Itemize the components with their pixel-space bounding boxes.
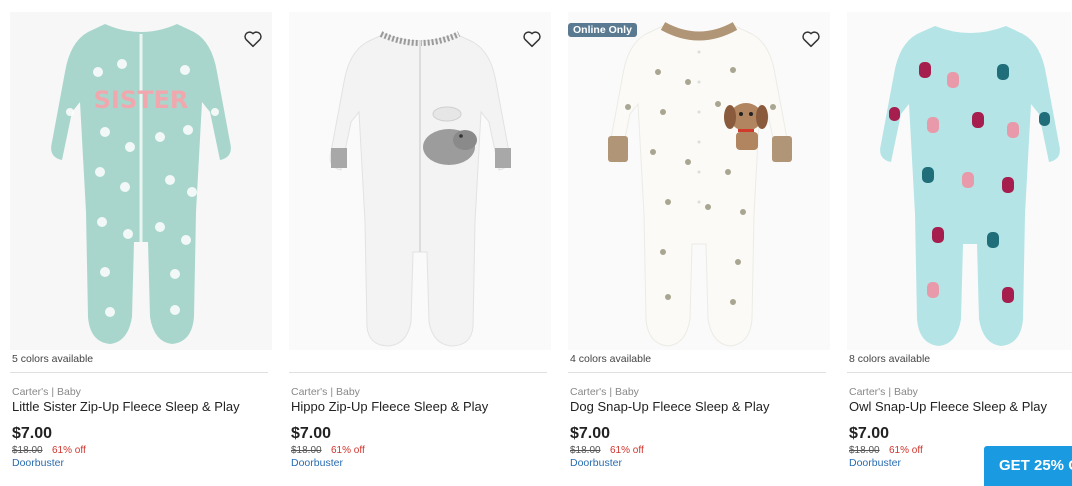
divider [10, 372, 268, 373]
original-price: $18.00 [291, 445, 322, 456]
sister-print-text: SISTER [94, 86, 189, 114]
sleeper-illustration [880, 26, 1060, 346]
favorite-heart-icon[interactable] [521, 28, 543, 50]
product-title[interactable]: Hippo Zip-Up Fleece Sleep & Play [291, 399, 541, 414]
brand-label: Carter's | Baby [570, 386, 639, 398]
sale-price: $7.00 [570, 425, 611, 442]
doorbuster-tag: Doorbuster [291, 457, 343, 469]
sleeper-illustration [329, 31, 511, 347]
product-title[interactable]: Little Sister Zip-Up Fleece Sleep & Play [12, 399, 262, 414]
product-image[interactable]: Online Only [568, 12, 830, 350]
discount-percent: 61% off [610, 445, 644, 456]
sleeper-illustration [608, 22, 792, 347]
colors-available: 4 colors available [570, 353, 652, 365]
online-only-badge: Online Only [568, 23, 637, 37]
divider [289, 372, 547, 373]
sleeper-illustration: SISTER [51, 24, 231, 344]
sale-price: $7.00 [291, 425, 332, 442]
colors-available: 8 colors available [849, 353, 931, 365]
discount-percent: 61% off [331, 445, 365, 456]
product-card[interactable]: 8 colors available Carter's | Baby Owl S… [837, 0, 1072, 482]
product-image[interactable]: SISTER [10, 12, 272, 350]
doorbuster-tag: Doorbuster [12, 457, 64, 469]
product-title[interactable]: Owl Snap-Up Fleece Sleep & Play [849, 399, 1072, 414]
colors-available: 5 colors available [12, 353, 94, 365]
sale-price: $7.00 [12, 425, 53, 442]
doorbuster-tag: Doorbuster [849, 457, 901, 469]
product-grid: SISTER 5 colors available Carter's | Bab… [0, 0, 1072, 482]
promo-offer-button[interactable]: GET 25% OFF [984, 446, 1072, 486]
brand-label: Carter's | Baby [291, 386, 360, 398]
product-image[interactable] [289, 12, 551, 350]
product-image[interactable] [847, 12, 1071, 350]
brand-label: Carter's | Baby [12, 386, 81, 398]
discount-percent: 61% off [889, 445, 923, 456]
original-price: $18.00 [12, 445, 43, 456]
product-card[interactable]: Carter's | Baby Hippo Zip-Up Fleece Slee… [279, 0, 551, 482]
product-title[interactable]: Dog Snap-Up Fleece Sleep & Play [570, 399, 820, 414]
doorbuster-tag: Doorbuster [570, 457, 622, 469]
sale-price: $7.00 [849, 425, 890, 442]
divider [847, 372, 1072, 373]
product-card[interactable]: Online Only 4 colors available Carter's … [558, 0, 830, 482]
original-price: $18.00 [849, 445, 880, 456]
original-price: $18.00 [570, 445, 601, 456]
product-card[interactable]: SISTER 5 colors available Carter's | Bab… [0, 0, 272, 482]
discount-percent: 61% off [52, 445, 86, 456]
brand-label: Carter's | Baby [849, 386, 918, 398]
divider [568, 372, 826, 373]
favorite-heart-icon[interactable] [800, 28, 822, 50]
favorite-heart-icon[interactable] [242, 28, 264, 50]
